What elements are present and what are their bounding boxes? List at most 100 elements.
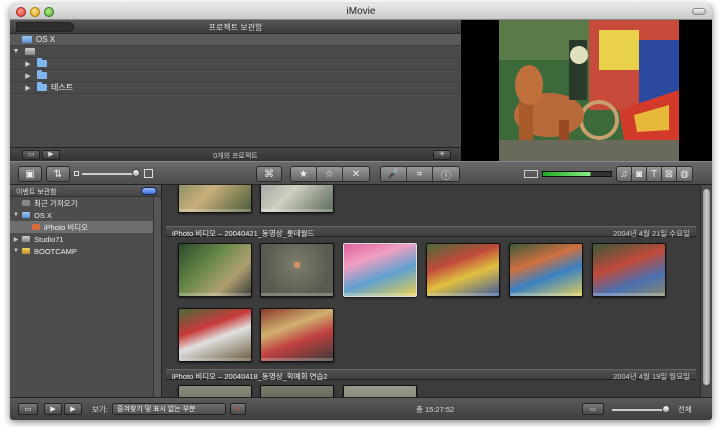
project-library-footer: ▭ ▶ 0개의 프로젝트 +	[10, 147, 461, 161]
drive-icon	[22, 236, 30, 242]
imovie-window: iMovie 프로젝트 보관함 OS X ▼ ▶ ▶ ▶ 테스트 ▭ ▶ 0개의…	[10, 4, 712, 420]
folder-icon	[37, 82, 47, 91]
clip-thumbnail[interactable]	[509, 243, 583, 297]
thumbnail-size-knob[interactable]	[132, 169, 140, 177]
event-view-toggle[interactable]	[141, 187, 157, 195]
folder-icon	[37, 70, 47, 79]
zoom-slider-knob[interactable]	[662, 405, 670, 413]
clip-thumbnail[interactable]	[178, 185, 252, 213]
browser-toggles: ♫ ◙ T ⊠ ◍	[616, 166, 693, 182]
disclosure-triangle-icon[interactable]: ▼	[12, 212, 20, 218]
disclosure-triangle-icon[interactable]: ▼	[12, 248, 20, 254]
disclosure-triangle-icon[interactable]: ▼	[12, 48, 20, 55]
thumbnail-size-slider[interactable]	[82, 173, 136, 175]
event-item-os-x[interactable]: ▼ OS X	[10, 209, 161, 221]
view-filter-select[interactable]: 즐겨찾기 및 표시 없는 부분	[112, 403, 226, 415]
event-library-header: 이벤트 보관함	[10, 185, 161, 197]
zoom-slider[interactable]	[612, 409, 668, 411]
voiceover-button[interactable]: 🎤	[381, 167, 407, 181]
inspector-button[interactable]: ⓘ	[433, 167, 459, 181]
edit-tools-segment: 🎤 ⌗ ⓘ	[380, 166, 460, 182]
audio-meter-icon	[524, 170, 538, 178]
project-item-os-x[interactable]: OS X	[10, 34, 461, 46]
clip-thumbnail[interactable]	[260, 243, 334, 297]
audio-level-meter	[542, 171, 612, 177]
large-thumbnail-icon	[144, 169, 153, 178]
event-item-label: OS X	[34, 210, 52, 220]
project-item-folder[interactable]: ▶	[10, 70, 461, 82]
event-item-recent-import[interactable]: 최근 가져오기	[10, 197, 161, 209]
toolbar-toggle-button[interactable]	[692, 8, 706, 15]
project-library: 프로젝트 보관함 OS X ▼ ▶ ▶ ▶ 테스트 ▭ ▶ 0개의 프로젝트 +	[10, 20, 461, 161]
total-duration: 총 15:27:52	[416, 405, 455, 414]
title-browser-icon[interactable]: T	[647, 167, 662, 181]
event-library: 이벤트 보관함 최근 가져오기 ▼ OS X iPhoto 비디오 ▶ Stud…	[10, 185, 162, 397]
play-selected-button[interactable]: ▶	[44, 403, 62, 415]
photo-browser-icon[interactable]: ◙	[632, 167, 647, 181]
clip-thumbnail[interactable]	[592, 243, 666, 297]
drive-icon	[22, 248, 30, 254]
clip-thumbnail[interactable]	[178, 308, 252, 362]
iphoto-icon	[32, 224, 40, 230]
event-item-label: 최근 가져오기	[34, 198, 78, 208]
disclosure-triangle-icon[interactable]: ▶	[24, 72, 32, 80]
transition-browser-icon[interactable]: ⊠	[662, 167, 677, 181]
view-label: 보기:	[92, 405, 108, 414]
small-thumbnail-icon	[74, 171, 79, 176]
disclosure-triangle-icon[interactable]: ▶	[24, 84, 32, 92]
crop-button[interactable]: ⌗	[407, 167, 433, 181]
mark-favorite-button[interactable]: ★	[291, 167, 317, 181]
event-item-studio71[interactable]: ▶ Studio71	[10, 233, 161, 245]
clip-thumbnail[interactable]	[178, 243, 252, 297]
map-browser-icon[interactable]: ◍	[677, 167, 692, 181]
unmark-button[interactable]: ☆	[317, 167, 343, 181]
main-toolbar: ▣ ⇅ ⌘ ★ ☆ ✕ 🎤 ⌗ ⓘ ♫ ◙ T ⊠ ◍	[10, 161, 712, 185]
project-item-test-folder[interactable]: ▶ 테스트	[10, 82, 461, 94]
event-title: iPhoto 비디오 – 20040418_동영상_학예회 연습2	[172, 372, 328, 381]
event-item-label: Studio71	[34, 234, 64, 244]
drive-icon	[22, 36, 32, 43]
event-item-iphoto-video[interactable]: iPhoto 비디오	[10, 221, 161, 233]
play-from-start-button[interactable]: ▶	[64, 403, 82, 415]
project-item-drive[interactable]: ▼	[10, 46, 461, 58]
bottom-bar: ▭ ▶ ▶ 보기: 즐겨찾기 및 표시 없는 부분 ∿ 총 15:27:52 ▭…	[10, 397, 712, 420]
clip-thumbnail[interactable]	[260, 308, 334, 362]
all-label[interactable]: 전체	[678, 404, 692, 415]
title-bar: iMovie	[10, 4, 712, 20]
scrollbar-thumb[interactable]	[703, 189, 710, 385]
project-library-title: 프로젝트 보관함	[208, 23, 263, 32]
clip-thumbnail[interactable]	[178, 385, 252, 397]
zoom-out-button[interactable]: ▭	[582, 403, 604, 415]
project-library-header: 프로젝트 보관함	[10, 20, 461, 34]
swap-events-projects-button[interactable]: ⇅	[46, 166, 70, 182]
clip-thumbnail[interactable]	[260, 185, 334, 213]
music-browser-icon[interactable]: ♫	[617, 167, 632, 181]
window-title: iMovie	[346, 6, 376, 17]
film-icon	[22, 200, 30, 206]
project-item-folder[interactable]: ▶	[10, 58, 461, 70]
event-header[interactable]: iPhoto 비디오 – 20040421_동영상_롯데월드 2004년 4월 …	[166, 226, 696, 238]
event-library-scrollbar[interactable]	[153, 197, 161, 397]
event-item-label: BOOTCAMP	[34, 246, 77, 256]
event-browser-scrollbar[interactable]	[700, 185, 712, 397]
clip-thumbnail[interactable]	[343, 243, 417, 297]
reject-button[interactable]: ✕	[343, 167, 369, 181]
event-item-bootcamp[interactable]: ▼ BOOTCAMP	[10, 245, 161, 257]
clip-thumbnail[interactable]	[426, 243, 500, 297]
event-fullscreen-button[interactable]: ▭	[18, 403, 38, 415]
event-title: iPhoto 비디오 – 20040421_동영상_롯데월드	[172, 229, 315, 238]
add-to-project-button[interactable]: ⌘	[256, 166, 282, 182]
event-browser: iPhoto 비디오 – 20040421_동영상_롯데월드 2004년 4월 …	[162, 185, 712, 397]
clip-thumbnail[interactable]	[260, 385, 334, 397]
event-header[interactable]: iPhoto 비디오 – 20040418_동영상_학예회 연습2 2004년 …	[166, 369, 696, 381]
camera-import-button[interactable]: ▣	[18, 166, 42, 182]
event-item-label: iPhoto 비디오	[44, 222, 89, 232]
drive-icon	[25, 48, 35, 55]
add-project-button[interactable]: +	[433, 150, 451, 160]
waveform-toggle-button[interactable]: ∿	[230, 403, 246, 415]
folder-icon	[37, 58, 47, 67]
disclosure-triangle-icon[interactable]: ▶	[12, 236, 20, 243]
clip-thumbnail[interactable]	[343, 385, 417, 397]
project-item-label: 테스트	[51, 83, 74, 92]
disclosure-triangle-icon[interactable]: ▶	[24, 60, 32, 68]
